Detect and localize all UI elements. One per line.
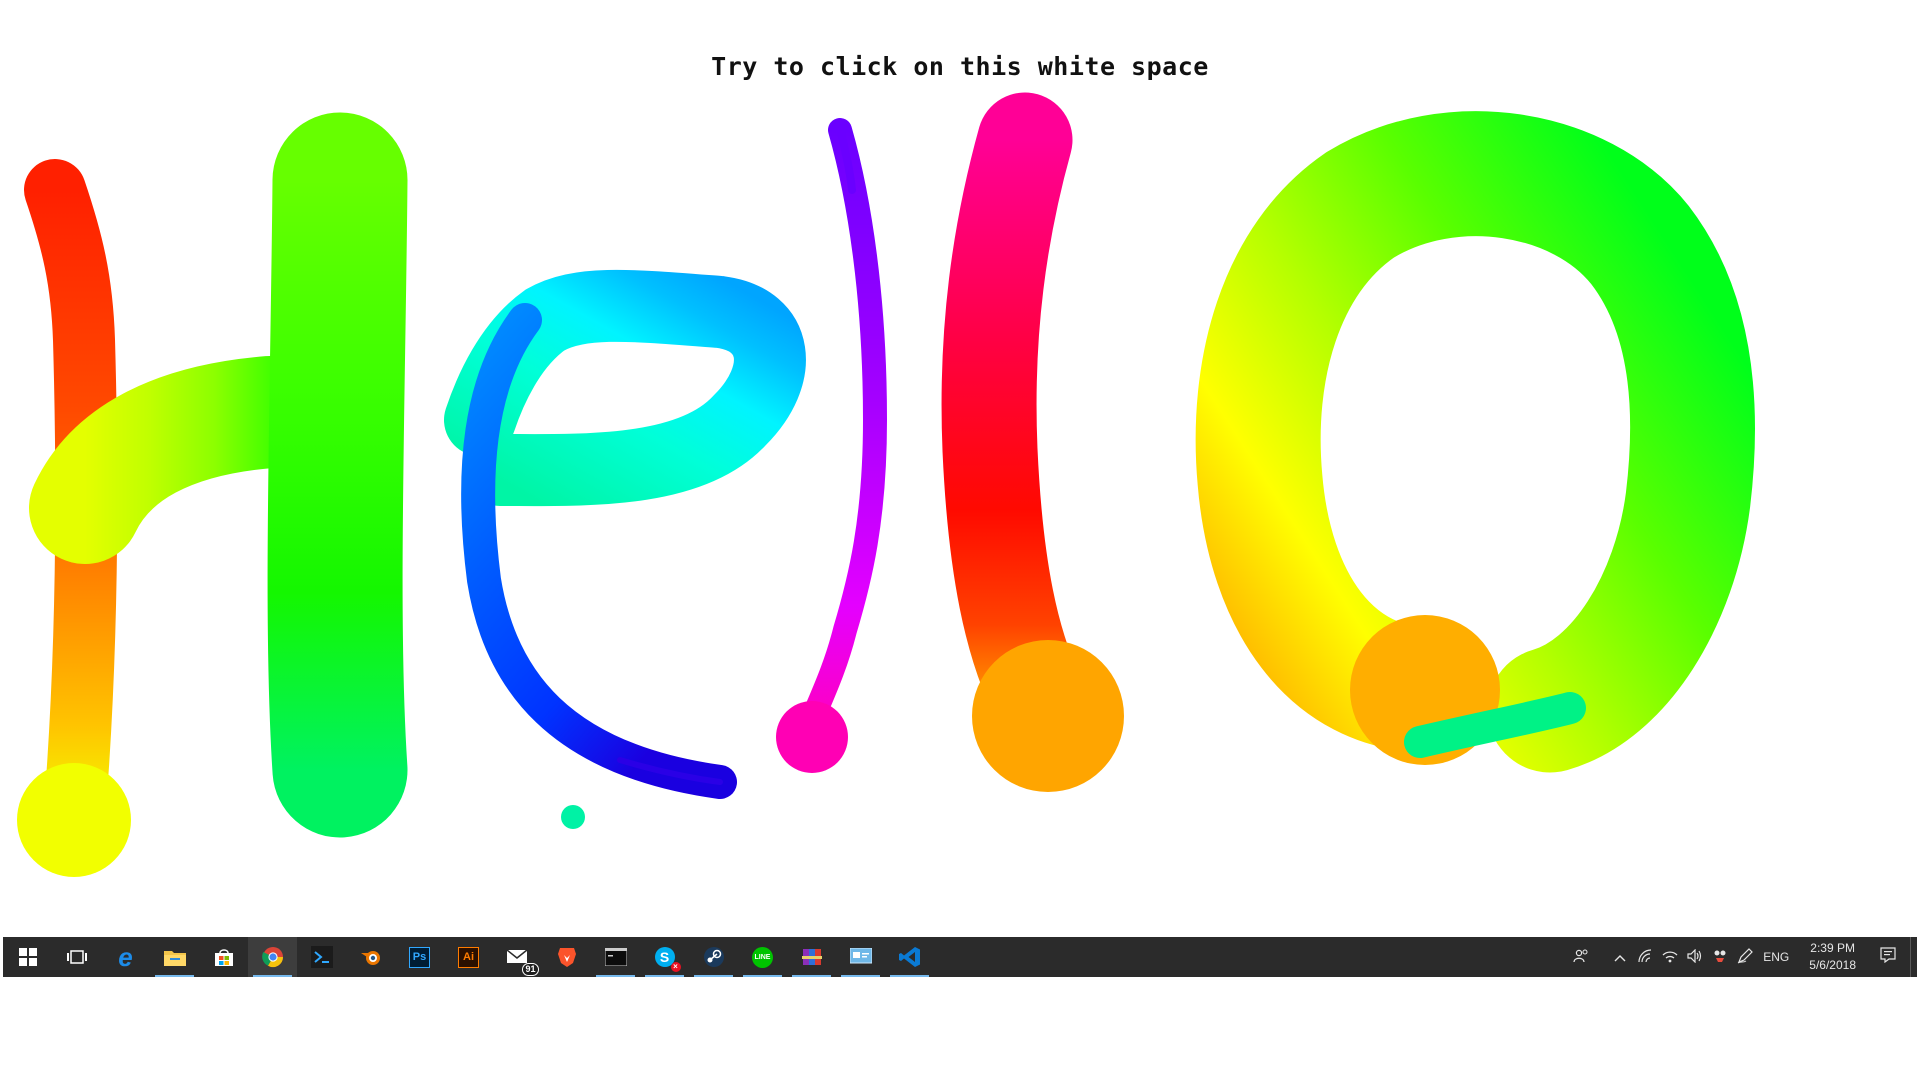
edge-icon: e xyxy=(118,942,133,972)
mail-icon: 91 xyxy=(506,946,539,976)
stroke-h-crossbar xyxy=(29,356,326,564)
stroke-l-thin-end xyxy=(776,701,848,773)
stroke-h-left-end xyxy=(17,763,131,877)
blender-button[interactable] xyxy=(346,937,395,977)
steam-button[interactable] xyxy=(689,937,738,977)
skype-icon: S × xyxy=(654,947,681,972)
edge-button[interactable]: e xyxy=(101,937,150,977)
chevron-up-icon xyxy=(1614,950,1626,965)
skype-button[interactable]: S × xyxy=(640,937,689,977)
start-button[interactable] xyxy=(3,937,52,977)
clock-time: 2:39 PM xyxy=(1810,941,1855,955)
speaker-icon xyxy=(1687,948,1703,966)
network-button[interactable] xyxy=(1632,937,1657,977)
wifi-button[interactable] xyxy=(1657,937,1682,977)
console-icon xyxy=(604,946,627,968)
people-icon xyxy=(1573,949,1589,966)
stroke-e-dot xyxy=(561,805,585,829)
people-button[interactable] xyxy=(1568,937,1593,977)
prompt-icon xyxy=(310,946,333,968)
line-icon: LINE xyxy=(752,946,773,968)
photoshop-icon: Ps xyxy=(409,946,430,968)
control-panel-icon xyxy=(849,946,872,968)
file-explorer-button[interactable] xyxy=(150,937,199,977)
drawing-canvas[interactable] xyxy=(0,0,1920,935)
vscode-button[interactable] xyxy=(885,937,934,977)
app-tray-icon xyxy=(1713,949,1727,966)
task-view-button[interactable] xyxy=(52,937,101,977)
instruction-text: Try to click on this white space xyxy=(711,52,1209,81)
brave-button[interactable] xyxy=(542,937,591,977)
stroke-l-thick xyxy=(941,92,1093,758)
stroke-h-right xyxy=(267,112,408,838)
illustrator-icon: Ai xyxy=(458,946,479,968)
show-desktop-button[interactable] xyxy=(1910,937,1917,977)
console-button[interactable] xyxy=(591,937,640,977)
vscode-icon xyxy=(898,946,921,968)
pen-workspace-button[interactable] xyxy=(1732,937,1757,977)
windows-logo-icon xyxy=(17,946,39,968)
volume-button[interactable] xyxy=(1682,937,1707,977)
control-panel-button[interactable] xyxy=(836,937,885,977)
stroke-l-thick-end xyxy=(972,640,1124,792)
clock-date: 5/6/2018 xyxy=(1809,958,1856,972)
terminal-app-button[interactable] xyxy=(297,937,346,977)
action-center-icon xyxy=(1880,946,1896,968)
task-view-icon xyxy=(66,946,88,968)
taskbar: e Ps Ai 91 S × LINE ENG 2:39 PM 5/6/2018 xyxy=(3,937,1917,977)
clock[interactable]: 2:39 PM 5/6/2018 xyxy=(1799,940,1866,974)
steam-icon xyxy=(703,946,725,968)
mail-badge: 91 xyxy=(522,963,539,976)
pen-icon xyxy=(1737,947,1753,967)
mail-button[interactable]: 91 xyxy=(493,937,542,977)
wifi-icon xyxy=(1662,949,1678,966)
winrar-icon xyxy=(801,946,823,968)
brave-lion-icon xyxy=(556,946,578,968)
illustrator-button[interactable]: Ai xyxy=(444,937,493,977)
store-button[interactable] xyxy=(199,937,248,977)
line-button[interactable]: LINE xyxy=(738,937,787,977)
tray-app-button[interactable] xyxy=(1707,937,1732,977)
stroke-l-thin xyxy=(798,118,888,737)
chrome-button[interactable] xyxy=(248,937,297,977)
system-tray: ENG 2:39 PM 5/6/2018 xyxy=(1568,937,1917,977)
chrome-icon xyxy=(261,946,284,968)
blender-icon xyxy=(360,946,382,968)
folder-icon xyxy=(163,946,186,968)
language-indicator[interactable]: ENG xyxy=(1757,950,1799,964)
photoshop-button[interactable]: Ps xyxy=(395,937,444,977)
stroke-o-main xyxy=(1195,111,1756,773)
error-badge-icon: × xyxy=(670,962,681,972)
tray-overflow-button[interactable] xyxy=(1607,937,1632,977)
desktop-screen: Try to click on this white space e Ps Ai… xyxy=(0,0,1920,1080)
action-center-button[interactable] xyxy=(1866,937,1910,977)
store-icon xyxy=(213,946,235,968)
winrar-button[interactable] xyxy=(787,937,836,977)
network-icon xyxy=(1637,948,1653,966)
